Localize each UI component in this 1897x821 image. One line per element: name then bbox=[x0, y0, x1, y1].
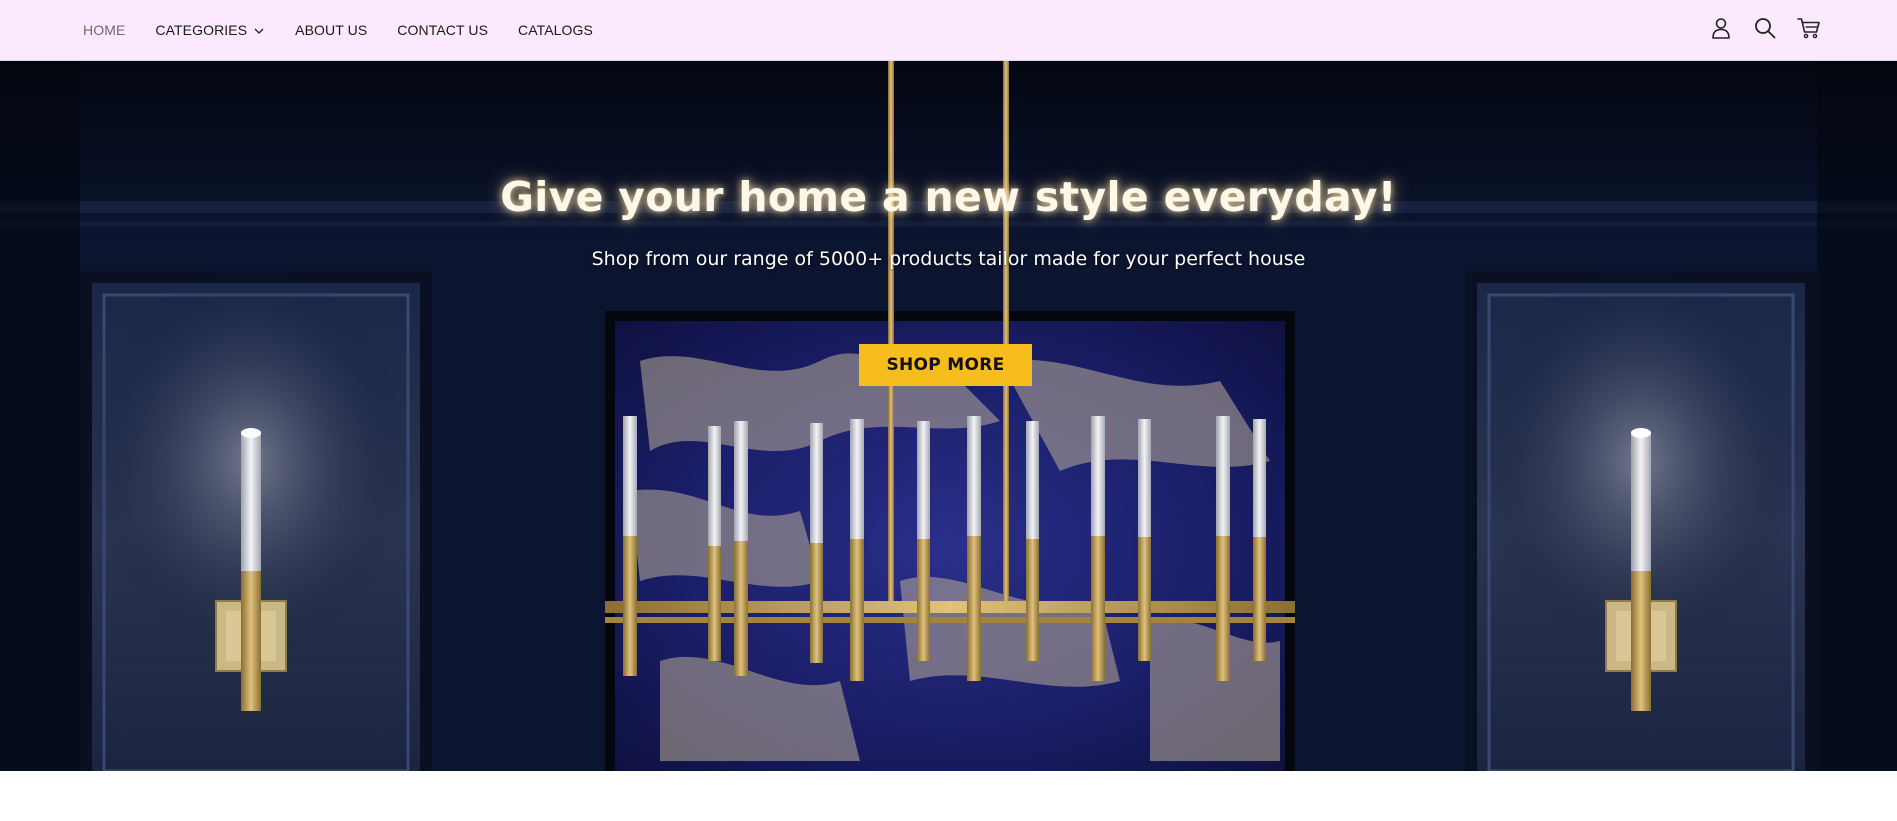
nav-home-label: HOME bbox=[83, 22, 126, 38]
hero-subtitle: Shop from our range of 5000+ products ta… bbox=[591, 248, 1306, 270]
header-actions bbox=[1689, 0, 1821, 60]
nav-catalogs-label: CATALOGS bbox=[518, 22, 593, 38]
nav-categories-label: CATEGORIES bbox=[155, 22, 248, 38]
account-button[interactable] bbox=[1709, 17, 1733, 44]
nav-contact-us[interactable]: CONTACT US bbox=[397, 22, 488, 38]
search-icon bbox=[1754, 17, 1776, 44]
nav-about-label: ABOUT US bbox=[295, 22, 368, 38]
main-nav: HOME CATEGORIES ABOUT US CONTACT US CATA… bbox=[83, 0, 623, 60]
site-header: HOME CATEGORIES ABOUT US CONTACT US CATA… bbox=[0, 0, 1897, 61]
nav-contact-label: CONTACT US bbox=[397, 22, 489, 38]
hero-banner: Give your home a new style everyday! Sho… bbox=[0, 61, 1897, 771]
shop-more-button[interactable]: SHOP MORE bbox=[859, 344, 1032, 386]
nav-categories[interactable]: CATEGORIES bbox=[155, 22, 265, 38]
cart-icon bbox=[1797, 17, 1821, 44]
nav-about-us[interactable]: ABOUT US bbox=[295, 22, 367, 38]
nav-catalogs[interactable]: CATALOGS bbox=[518, 22, 593, 38]
user-icon bbox=[1711, 17, 1731, 44]
hero-background-image bbox=[0, 61, 1897, 771]
nav-home[interactable]: HOME bbox=[83, 22, 125, 38]
cart-button[interactable] bbox=[1797, 17, 1821, 44]
search-button[interactable] bbox=[1753, 17, 1777, 44]
hero-title: Give your home a new style everyday! bbox=[500, 173, 1397, 221]
chevron-down-icon bbox=[253, 24, 265, 36]
